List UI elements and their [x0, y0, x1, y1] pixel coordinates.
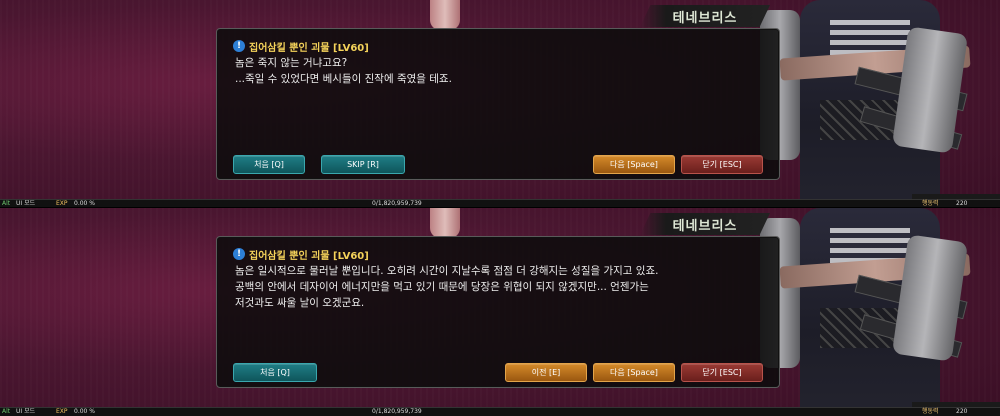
dialog-scene-1: 테네브리스 ! 집어삼킬 뿐인 괴물 [LV60] 놈은 죽지 않는 거냐고요?…: [0, 0, 1000, 208]
first-button[interactable]: 처음 [Q]: [233, 155, 305, 174]
close-button[interactable]: 닫기 [ESC]: [681, 155, 763, 174]
dialog-title: ! 집어삼킬 뿐인 괴물 [LV60]: [233, 245, 369, 263]
npc-character: [760, 208, 975, 416]
first-button[interactable]: 처음 [Q]: [233, 363, 317, 382]
close-button[interactable]: 닫기 [ESC]: [681, 363, 763, 382]
character-legs: [430, 208, 460, 238]
dialog-text: 놈은 죽지 않는 거냐고요? ...죽일 수 있었다면 베시들이 진작에 죽였을…: [235, 55, 759, 87]
ui-mode-label[interactable]: UI 모드: [16, 408, 35, 416]
action-points-value: 220: [956, 408, 968, 415]
dialog-line: ...죽일 수 있었다면 베시들이 진작에 죽였을 테죠.: [235, 73, 452, 85]
next-button[interactable]: 다음 [Space]: [593, 155, 675, 174]
exp-label: EXP: [56, 408, 68, 415]
exp-value: 0/1,820,959,739: [372, 408, 422, 415]
dialog-box: ! 집어삼킬 뿐인 괴물 [LV60] 놈은 일시적으로 물러날 뿐입니다. 오…: [216, 236, 780, 388]
exp-percent: 0.00 %: [74, 408, 95, 415]
status-bar: Alt UI 모드 EXP 0.00 % 0/1,820,959,739 행동력…: [0, 407, 1000, 416]
quest-icon: !: [233, 40, 245, 52]
character-legs: [430, 0, 460, 30]
dialog-text: 놈은 일시적으로 물러날 뿐입니다. 오히려 시간이 지날수록 점점 더 강해지…: [235, 263, 759, 311]
next-button[interactable]: 다음 [Space]: [593, 363, 675, 382]
npc-name-tag: 테네브리스: [640, 5, 770, 27]
alt-key-label: Alt: [2, 408, 11, 415]
skip-button[interactable]: SKIP [R]: [321, 155, 405, 174]
dialog-line: 놈은 죽지 않는 거냐고요?: [235, 57, 348, 69]
dialog-box: ! 집어삼킬 뿐인 괴물 [LV60] 놈은 죽지 않는 거냐고요? ...죽일…: [216, 28, 780, 180]
quest-icon: !: [233, 248, 245, 260]
action-points-label: 행동력: [922, 408, 939, 415]
npc-character: [760, 0, 975, 208]
prev-button[interactable]: 이전 [E]: [505, 363, 587, 382]
dialog-title-text: 집어삼킬 뿐인 괴물 [LV60]: [249, 250, 369, 262]
dialog-line: 저것과도 싸울 날이 오겠군요.: [235, 297, 365, 309]
dialog-line: 공백의 안에서 데자이어 에너지만을 먹고 있기 때문에 당장은 위협이 되지 …: [235, 281, 649, 293]
dialog-scene-2: 테네브리스 ! 집어삼킬 뿐인 괴물 [LV60] 놈은 일시적으로 물러날 뿐…: [0, 208, 1000, 416]
dialog-title: ! 집어삼킬 뿐인 괴물 [LV60]: [233, 37, 369, 55]
dialog-title-text: 집어삼킬 뿐인 괴물 [LV60]: [249, 42, 369, 54]
dialog-line: 놈은 일시적으로 물러날 뿐입니다. 오히려 시간이 지날수록 점점 더 강해지…: [235, 265, 659, 277]
npc-name-tag: 테네브리스: [640, 213, 770, 235]
